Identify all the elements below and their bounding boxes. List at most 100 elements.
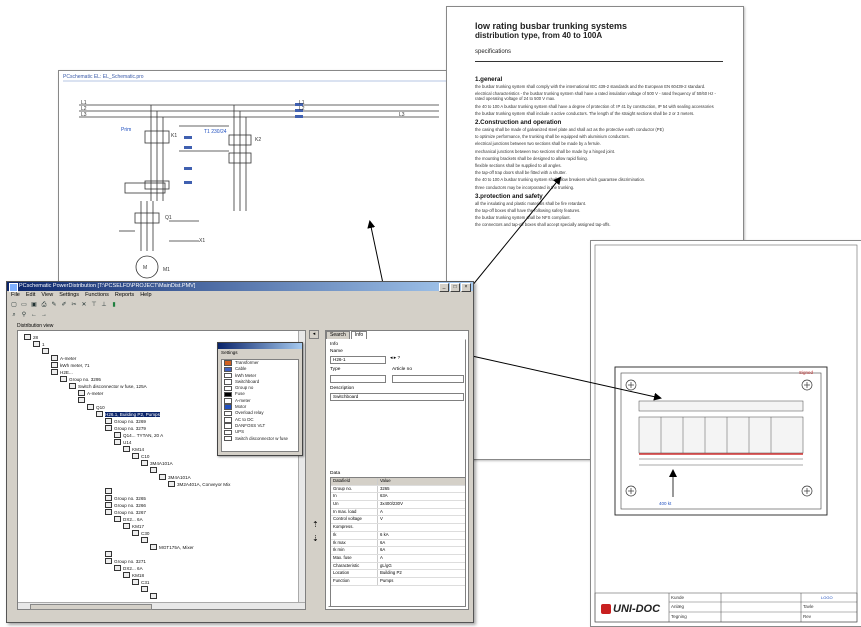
tree-node[interactable]: 3M4A101A	[141, 460, 173, 466]
grid-header-row[interactable]: Datafield Value	[331, 478, 465, 486]
tree-node[interactable]: KM14	[123, 446, 144, 452]
pen-icon[interactable]: ✐	[60, 301, 68, 309]
menu-help[interactable]: Help	[140, 291, 151, 300]
tree-node[interactable]	[105, 551, 114, 557]
menu-edit[interactable]: Edit	[26, 291, 35, 300]
tree-node[interactable]: H26.1, Building P2, Pumps	[96, 411, 160, 417]
tree-node[interactable]	[78, 397, 87, 403]
tree-node[interactable]: C31	[132, 579, 149, 585]
scroll-up-button[interactable]: ◂	[309, 330, 319, 339]
tree-node[interactable]: KM18	[123, 572, 144, 578]
tree-node[interactable]: 1	[33, 341, 45, 347]
tree-node[interactable]: Group no. 3265	[105, 495, 146, 501]
menu-view[interactable]: View	[41, 291, 53, 300]
table-row[interactable]: Characteristic gL/gG	[331, 562, 465, 571]
tree-node[interactable]: Q10	[87, 404, 105, 410]
table-row[interactable]: Max. fuse A	[331, 554, 465, 563]
tree-node[interactable]: KM17	[123, 523, 144, 529]
grid-cell-value[interactable]: V	[378, 516, 465, 523]
tree-node[interactable]: 28	[24, 334, 38, 340]
table-row[interactable]: Group no. 3265	[331, 485, 465, 494]
table-row[interactable]: In max. load A	[331, 508, 465, 517]
tree-node[interactable]: Group no. 3295	[60, 376, 101, 382]
open-icon[interactable]: ▭	[20, 301, 28, 309]
zoom-icon[interactable]: ⌕	[10, 311, 18, 319]
tree-node[interactable]	[150, 593, 159, 599]
type-field[interactable]	[330, 375, 386, 383]
table-row[interactable]: Control voltage V	[331, 516, 465, 525]
new-icon[interactable]: ▢	[10, 301, 18, 309]
cut-icon[interactable]: ✂	[70, 301, 78, 309]
menu-file[interactable]: File	[11, 291, 20, 300]
name-field[interactable]: H26-1	[330, 356, 386, 364]
grid-cell-value[interactable]: A	[378, 555, 465, 562]
tree2-icon[interactable]: ⊥	[100, 301, 108, 309]
grid-cell-value[interactable]: gL/gG	[378, 563, 465, 570]
grid-cell-value[interactable]: Value	[378, 478, 465, 485]
data-grid[interactable]: Datafield Value Group no. 3265 In 63A Un 3x400/…	[330, 477, 466, 607]
tree-node[interactable]: U14	[114, 439, 131, 445]
table-row[interactable]: Ik max 6A	[331, 539, 465, 548]
tree-node[interactable]: Group no. 3267	[105, 509, 146, 515]
move-down-icon[interactable]: ⇣	[312, 534, 319, 543]
move-up-icon[interactable]: ⇡	[312, 520, 319, 529]
table-row[interactable]: In 63A	[331, 493, 465, 502]
close-button[interactable]: ×	[461, 283, 471, 292]
menu-reports[interactable]: Reports	[115, 291, 134, 300]
splitter[interactable]: ◂ ⇡ ⇣	[307, 330, 321, 608]
grid-cell-value[interactable]: 6 kA	[378, 532, 465, 539]
tree-node[interactable]: A-meter	[78, 390, 103, 396]
tree-node[interactable]: DX2... 6A	[114, 516, 143, 522]
tree-node[interactable]: C10	[132, 453, 149, 459]
article-field[interactable]	[392, 375, 464, 383]
tree-node[interactable]: Group no. 3271	[105, 558, 146, 564]
minimize-button[interactable]: _	[439, 283, 449, 292]
save-icon[interactable]: ▣	[30, 301, 38, 309]
tab-search[interactable]: Search	[326, 331, 350, 339]
table-row[interactable]: Ik min 6A	[331, 547, 465, 555]
tree-node[interactable]: 3M4A101A	[159, 474, 191, 480]
tree-node[interactable]: Group no. 3266	[105, 502, 146, 508]
table-row[interactable]: Function Pumps	[331, 577, 465, 586]
tree-node[interactable]: A-meter	[51, 355, 76, 361]
name-arrows-icon[interactable]: ◂ ▸ ?	[390, 356, 400, 361]
table-row[interactable]: Un 3x400/230V	[331, 501, 465, 509]
tree-node[interactable]: DX2... 6A	[114, 565, 143, 571]
table-row[interactable]: Location Building P2	[331, 570, 465, 578]
tree-node[interactable]: C30	[132, 530, 149, 536]
legend-item[interactable]: Switch disconnector w fuse	[222, 436, 298, 442]
menu-functions[interactable]: Functions	[85, 291, 109, 300]
legend-dialog[interactable]: Settings Transformer Cable kWh Meter Switch…	[217, 342, 303, 456]
tree-node[interactable]	[150, 467, 159, 473]
maximize-button[interactable]: □	[450, 283, 460, 292]
tree-node[interactable]: 3M2A401A, Conveyor Mix	[168, 481, 230, 487]
edit-icon[interactable]: ✎	[50, 301, 58, 309]
tree-node[interactable]: Group no. 3269	[105, 418, 146, 424]
grid-cell-value[interactable]: 3265	[378, 486, 465, 493]
grid-cell-value[interactable]: A	[378, 509, 465, 516]
back-icon[interactable]: ←	[30, 311, 38, 319]
grid-cell-value[interactable]: 3x400/230V	[378, 501, 465, 508]
delete-icon[interactable]: ✕	[80, 301, 88, 309]
table-row[interactable]: Ik 6 kA	[331, 531, 465, 540]
tree-node[interactable]: Q14... TYTAN, 20 A	[114, 432, 163, 438]
tree-node[interactable]: Switch disconnector w fuse, 125A	[69, 383, 147, 389]
tab-info[interactable]: Info	[350, 331, 368, 339]
grid-cell-value[interactable]: Pumps	[378, 578, 465, 585]
description-field[interactable]: Switchboard	[330, 393, 464, 401]
tree-node[interactable]	[42, 348, 51, 354]
grid-cell-value[interactable]: Building P2	[378, 570, 465, 577]
tree-hscrollbar[interactable]	[18, 602, 305, 610]
table-row[interactable]: Kompress.	[331, 524, 465, 532]
find-icon[interactable]: ⚲	[20, 311, 28, 319]
menu-settings[interactable]: Settings	[59, 291, 79, 300]
tree-icon[interactable]: ⊤	[90, 301, 98, 309]
tree-node[interactable]: kWh meter, 71	[51, 362, 90, 368]
print-icon[interactable]: ⎙	[40, 301, 48, 309]
grid-cell-value[interactable]: 63A	[378, 493, 465, 500]
grid-cell-value[interactable]: 6A	[378, 547, 465, 554]
tree-node[interactable]	[105, 488, 114, 494]
grid-cell-value[interactable]: 6A	[378, 540, 465, 547]
tree-node[interactable]: MGT175A, Mixer	[150, 544, 194, 550]
tree-node[interactable]	[141, 537, 150, 543]
